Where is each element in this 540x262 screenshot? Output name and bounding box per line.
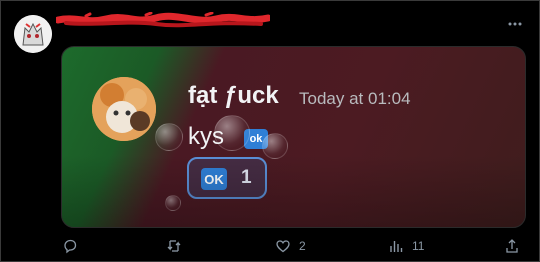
like-button[interactable]: 2 [275, 236, 306, 256]
message-author-avatar [92, 77, 156, 141]
bubble-decoration [155, 123, 183, 151]
bubble-decoration [262, 133, 288, 159]
message-timestamp: Today at 01:04 [299, 89, 411, 108]
bubble-decoration [165, 195, 181, 211]
like-count: 2 [299, 239, 306, 253]
share-icon [506, 239, 518, 253]
reply-icon [64, 239, 77, 254]
reaction-pill: OK 1 [187, 157, 267, 199]
more-options-button[interactable] [505, 14, 525, 34]
views-count: 11 [412, 239, 425, 253]
views-icon [390, 241, 403, 252]
repost-icon [167, 240, 181, 252]
post-media-image[interactable]: fạt ƒuck Today at 01:04 kys ok OK 1 [61, 46, 526, 228]
reply-button[interactable] [62, 236, 78, 256]
reaction-count: 1 [241, 167, 252, 188]
cat-avatar-icon [92, 77, 156, 141]
author-avatar[interactable] [14, 15, 52, 53]
post-actions-bar: 2 11 [0, 232, 540, 260]
redacted-author-name [56, 12, 270, 28]
heart-icon [276, 240, 290, 253]
more-horizontal-icon [508, 22, 522, 26]
message-username: fạt ƒuck [188, 82, 279, 109]
repost-button[interactable] [166, 236, 182, 256]
ok-reaction-icon: OK [201, 168, 227, 190]
profile-avatar-icon [14, 15, 52, 53]
bubble-decoration [214, 115, 250, 151]
views-button[interactable]: 11 [388, 236, 424, 256]
share-button[interactable] [504, 236, 520, 256]
post-container: fạt ƒuck Today at 01:04 kys ok OK 1 2 11 [0, 0, 540, 262]
